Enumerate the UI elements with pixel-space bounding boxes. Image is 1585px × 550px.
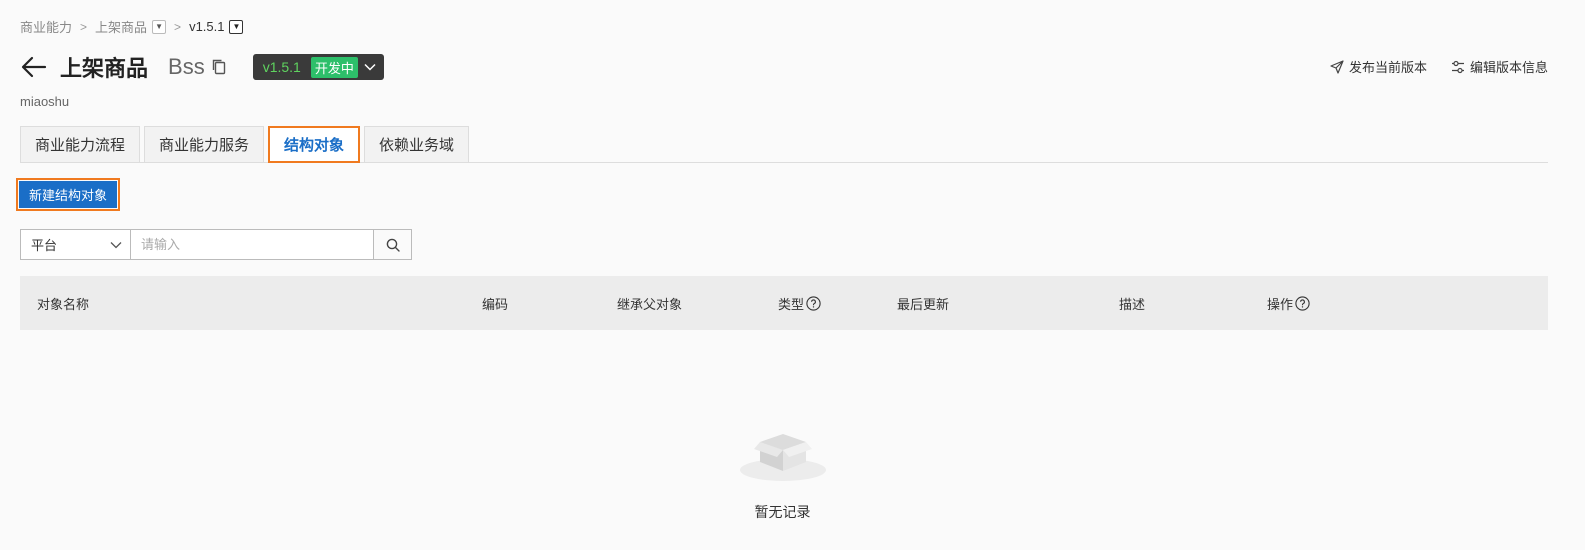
column-header-type: 类型 — [778, 276, 821, 330]
column-header-parent: 继承父对象 — [617, 276, 682, 330]
new-structure-object-button[interactable]: 新建结构对象 — [19, 181, 118, 208]
help-icon[interactable] — [806, 295, 821, 311]
empty-state: 暂无记录 — [0, 420, 1565, 522]
search-input[interactable] — [131, 230, 373, 259]
empty-box-icon — [739, 434, 826, 481]
column-header-updated: 最后更新 — [897, 276, 949, 330]
status-badge: 开发中 — [310, 56, 358, 78]
breadcrumb-item-product[interactable]: 上架商品 — [95, 17, 147, 36]
column-header-code: 编码 — [482, 276, 508, 330]
column-header-name: 对象名称 — [37, 276, 89, 330]
object-code: Bss — [168, 54, 205, 79]
settings-sliders-icon — [1451, 60, 1464, 73]
tab-capability-process[interactable]: 商业能力流程 — [20, 126, 141, 162]
chevron-right-icon: > — [174, 19, 182, 34]
page-title: 上架商品 — [60, 56, 149, 81]
edit-version-label: 编辑版本信息 — [1469, 60, 1548, 75]
column-header-name-label: 对象名称 — [37, 296, 90, 312]
breadcrumb-item-capability[interactable]: 商业能力 — [20, 17, 72, 36]
title-row: 上架商品 Bss v1.5.1 开发中 — [20, 52, 384, 82]
scope-select-value: 平台 — [31, 238, 58, 253]
column-header-type-label: 类型 — [778, 296, 805, 312]
caret-down-icon[interactable]: ▼ — [229, 19, 244, 34]
version-label: v1.5.1 — [262, 59, 301, 75]
column-header-actions: 操作 — [1267, 276, 1310, 330]
publish-version-button[interactable]: 发布当前版本 — [1330, 57, 1427, 76]
copy-icon[interactable] — [211, 58, 227, 76]
search-icon — [386, 238, 400, 252]
scope-select[interactable]: 平台 — [21, 230, 131, 259]
search-bar: 平台 — [20, 229, 412, 260]
edit-version-button[interactable]: 编辑版本信息 — [1451, 57, 1548, 76]
column-header-actions-label: 操作 — [1267, 296, 1294, 312]
version-selector[interactable]: v1.5.1 开发中 — [252, 54, 384, 80]
new-button-highlight: 新建结构对象 — [16, 178, 121, 211]
caret-down-icon[interactable]: ▼ — [152, 19, 167, 34]
column-header-updated-label: 最后更新 — [897, 296, 950, 312]
column-header-description: 描述 — [1119, 276, 1145, 330]
send-icon — [1330, 59, 1344, 74]
chevron-down-icon — [110, 241, 122, 248]
chevron-down-icon — [364, 63, 376, 71]
empty-state-text: 暂无记录 — [754, 504, 811, 520]
help-icon[interactable] — [1295, 295, 1310, 311]
publish-version-label: 发布当前版本 — [1348, 60, 1427, 75]
tab-capability-service[interactable]: 商业能力服务 — [144, 126, 265, 162]
column-header-parent-label: 继承父对象 — [617, 296, 683, 312]
header-actions: 发布当前版本 编辑版本信息 — [1330, 57, 1548, 76]
chevron-right-icon: > — [80, 19, 88, 34]
tab-bar: 商业能力流程 商业能力服务 结构对象 依赖业务域 — [20, 126, 1548, 163]
page: 商业能力 > 上架商品 ▼ > v1.5.1 ▼ 上架商品 Bss v1.5.1… — [0, 0, 1585, 550]
search-button[interactable] — [373, 230, 411, 259]
table-header: 对象名称 编码 继承父对象 类型 最后更新 描述 操作 — [20, 276, 1548, 330]
column-header-code-label: 编码 — [482, 296, 509, 312]
back-arrow-icon[interactable] — [20, 53, 48, 81]
tab-structure-object[interactable]: 结构对象 — [268, 126, 361, 163]
tab-dependent-domain[interactable]: 依赖业务域 — [364, 126, 470, 162]
breadcrumb-item-version: v1.5.1 — [189, 19, 225, 34]
column-header-description-label: 描述 — [1119, 296, 1146, 312]
page-description: miaoshu — [20, 94, 70, 109]
breadcrumb: 商业能力 > 上架商品 ▼ > v1.5.1 ▼ — [20, 17, 244, 36]
